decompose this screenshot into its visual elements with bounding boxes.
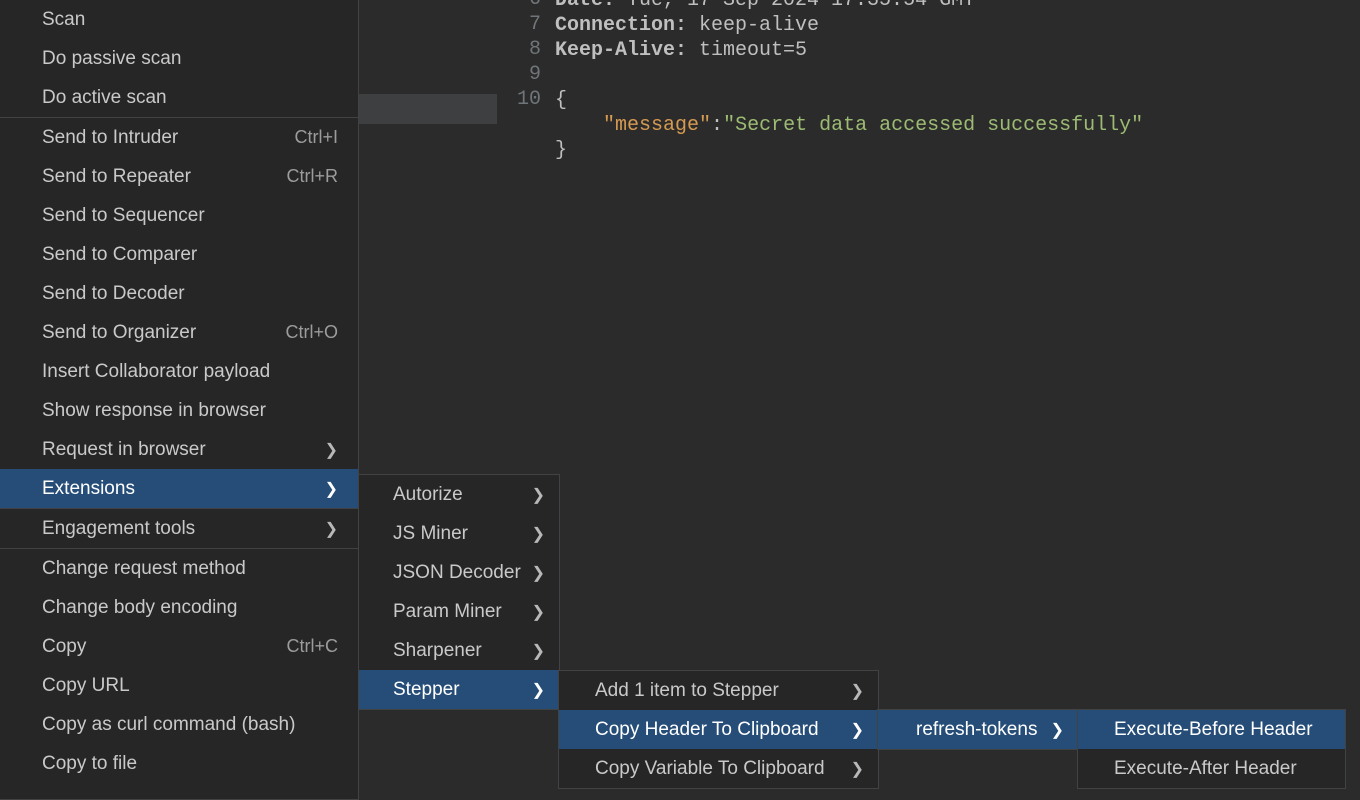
context-menu-extensions-item[interactable]: Sharpener ❯: [359, 631, 559, 670]
chevron-right-icon: ❯: [851, 720, 864, 740]
chevron-right-icon: ❯: [325, 440, 338, 460]
menu-item-label: Autorize: [393, 484, 463, 506]
chevron-right-icon: ❯: [532, 602, 545, 622]
line-number: 10: [517, 88, 541, 111]
menu-item-label: Copy URL: [42, 675, 130, 697]
context-menu-execute-header-item[interactable]: Execute-Before Header: [1078, 710, 1345, 749]
menu-item-shortcut: Ctrl+I: [294, 127, 338, 148]
code-line: Date: Tue, 17 Sep 2024 17:35:54 GMT: [555, 0, 975, 13]
code-line: Connection: keep-alive: [555, 13, 819, 38]
context-menu-main-item[interactable]: Engagement tools ❯: [0, 509, 358, 548]
menu-item-label: Copy to file: [42, 753, 137, 775]
menu-item-label: Send to Organizer: [42, 322, 196, 344]
menu-item-label: Do passive scan: [42, 48, 181, 70]
menu-item-label: Engagement tools: [42, 518, 195, 540]
context-menu-main-item[interactable]: Insert Collaborator payload: [0, 352, 358, 391]
context-menu-main-item[interactable]: Copy URL: [0, 666, 358, 705]
menu-item-label: Param Miner: [393, 601, 502, 623]
code-line: {: [555, 88, 567, 113]
line-number: 6: [529, 0, 541, 11]
line-number: 8: [529, 38, 541, 61]
menu-item-label: Extensions: [42, 478, 135, 500]
chevron-right-icon: ❯: [851, 681, 864, 701]
context-menu-main-item[interactable]: Copy as curl command (bash): [0, 705, 358, 744]
context-menu-stepper: Add 1 item to Stepper❯Copy Header To Cli…: [558, 670, 879, 789]
context-menu-main-item[interactable]: Do active scan: [0, 78, 358, 117]
code-line: Keep-Alive: timeout=5: [555, 38, 807, 63]
menu-item-label: Execute-After Header: [1114, 758, 1297, 780]
menu-item-label: Show response in browser: [42, 400, 266, 422]
menu-item-label: Execute-Before Header: [1114, 719, 1313, 741]
context-menu-main-item[interactable]: Send to Intruder Ctrl+I: [0, 118, 358, 157]
menu-item-label: Send to Repeater: [42, 166, 191, 188]
chevron-right-icon: ❯: [851, 759, 864, 779]
context-menu-extensions-item[interactable]: JS Miner ❯: [359, 514, 559, 553]
menu-item-label: Copy Header To Clipboard: [595, 719, 819, 741]
context-menu-extensions-item[interactable]: Autorize ❯: [359, 475, 559, 514]
chevron-right-icon: ❯: [1051, 720, 1064, 740]
context-menu-main-item[interactable]: Scan: [0, 0, 358, 39]
context-menu-execute-header-item[interactable]: Execute-After Header: [1078, 749, 1345, 788]
context-menu-stepper-item[interactable]: Add 1 item to Stepper ❯: [559, 671, 878, 710]
menu-item-label: JS Miner: [393, 523, 468, 545]
chevron-right-icon: ❯: [325, 519, 338, 539]
context-menu-main-item[interactable]: Show response in browser: [0, 391, 358, 430]
menu-item-label: Request in browser: [42, 439, 206, 461]
line-number: 7: [529, 13, 541, 36]
chevron-right-icon: ❯: [532, 641, 545, 661]
context-menu-stepper-item[interactable]: Copy Variable To Clipboard ❯: [559, 749, 878, 788]
context-menu-main-item[interactable]: Extensions ❯: [0, 469, 358, 508]
menu-item-label: Copy Variable To Clipboard: [595, 758, 825, 780]
code-line: "message":"Secret data accessed successf…: [555, 113, 1143, 138]
menu-item-label: Add 1 item to Stepper: [595, 680, 779, 702]
context-menu-extensions: Autorize❯JS Miner❯JSON Decoder❯Param Min…: [358, 474, 560, 710]
chevron-right-icon: ❯: [532, 524, 545, 544]
context-menu-main-item[interactable]: Send to Organizer Ctrl+O: [0, 313, 358, 352]
menu-item-label: Change request method: [42, 558, 246, 580]
context-menu-main-item[interactable]: Send to Decoder: [0, 274, 358, 313]
chevron-right-icon: ❯: [532, 563, 545, 583]
menu-item-label: Send to Comparer: [42, 244, 197, 266]
menu-item-label: Stepper: [393, 679, 460, 701]
menu-item-label: Do active scan: [42, 87, 167, 109]
context-menu-extensions-item[interactable]: Stepper ❯: [359, 670, 559, 709]
menu-item-label: Copy: [42, 636, 86, 658]
background-row-highlight: [358, 94, 498, 124]
context-menu-main-item[interactable]: Change request method: [0, 549, 358, 588]
context-menu-main-item[interactable]: Send to Repeater Ctrl+R: [0, 157, 358, 196]
context-menu-execute-header: Execute-Before Header Execute-After Heade…: [1077, 709, 1346, 789]
menu-item-label: Copy as curl command (bash): [42, 714, 295, 736]
chevron-right-icon: ❯: [325, 479, 338, 499]
context-menu-extensions-item[interactable]: Param Miner ❯: [359, 592, 559, 631]
menu-item-label: Scan: [42, 9, 85, 31]
context-menu-main-item[interactable]: Change body encoding: [0, 588, 358, 627]
context-menu-main-item[interactable]: Request in browser ❯: [0, 430, 358, 469]
menu-item-label: Change body encoding: [42, 597, 237, 619]
context-menu-main-item[interactable]: Send to Sequencer: [0, 196, 358, 235]
menu-item-label: Sharpener: [393, 640, 482, 662]
chevron-right-icon: ❯: [532, 680, 545, 700]
context-menu-main: Scan Do passive scan Do active scan Send to…: [0, 0, 359, 800]
code-line: }: [555, 138, 567, 163]
menu-item-label: Insert Collaborator payload: [42, 361, 270, 383]
context-menu-main-item[interactable]: Copy to file: [0, 744, 358, 783]
code-line: [555, 63, 567, 88]
menu-item-label: refresh-tokens: [916, 719, 1037, 741]
context-menu-refresh-tokens: refresh-tokens ❯: [877, 709, 1079, 750]
menu-item-shortcut: Ctrl+R: [286, 166, 338, 187]
context-menu-main-item[interactable]: Do passive scan: [0, 39, 358, 78]
line-number: 9: [529, 63, 541, 86]
menu-item-shortcut: Ctrl+C: [286, 636, 338, 657]
menu-item-label: Send to Sequencer: [42, 205, 205, 227]
context-menu-stepper-item[interactable]: Copy Header To Clipboard ❯: [559, 710, 878, 749]
menu-item-shortcut: Ctrl+O: [285, 322, 338, 343]
menu-item-label: JSON Decoder: [393, 562, 521, 584]
context-menu-refresh-tokens-item[interactable]: refresh-tokens ❯: [878, 710, 1078, 749]
context-menu-extensions-item[interactable]: JSON Decoder ❯: [359, 553, 559, 592]
chevron-right-icon: ❯: [532, 485, 545, 505]
context-menu-main-item[interactable]: Send to Comparer: [0, 235, 358, 274]
menu-item-label: Send to Intruder: [42, 127, 178, 149]
context-menu-main-item[interactable]: Copy Ctrl+C: [0, 627, 358, 666]
menu-item-label: Send to Decoder: [42, 283, 185, 305]
